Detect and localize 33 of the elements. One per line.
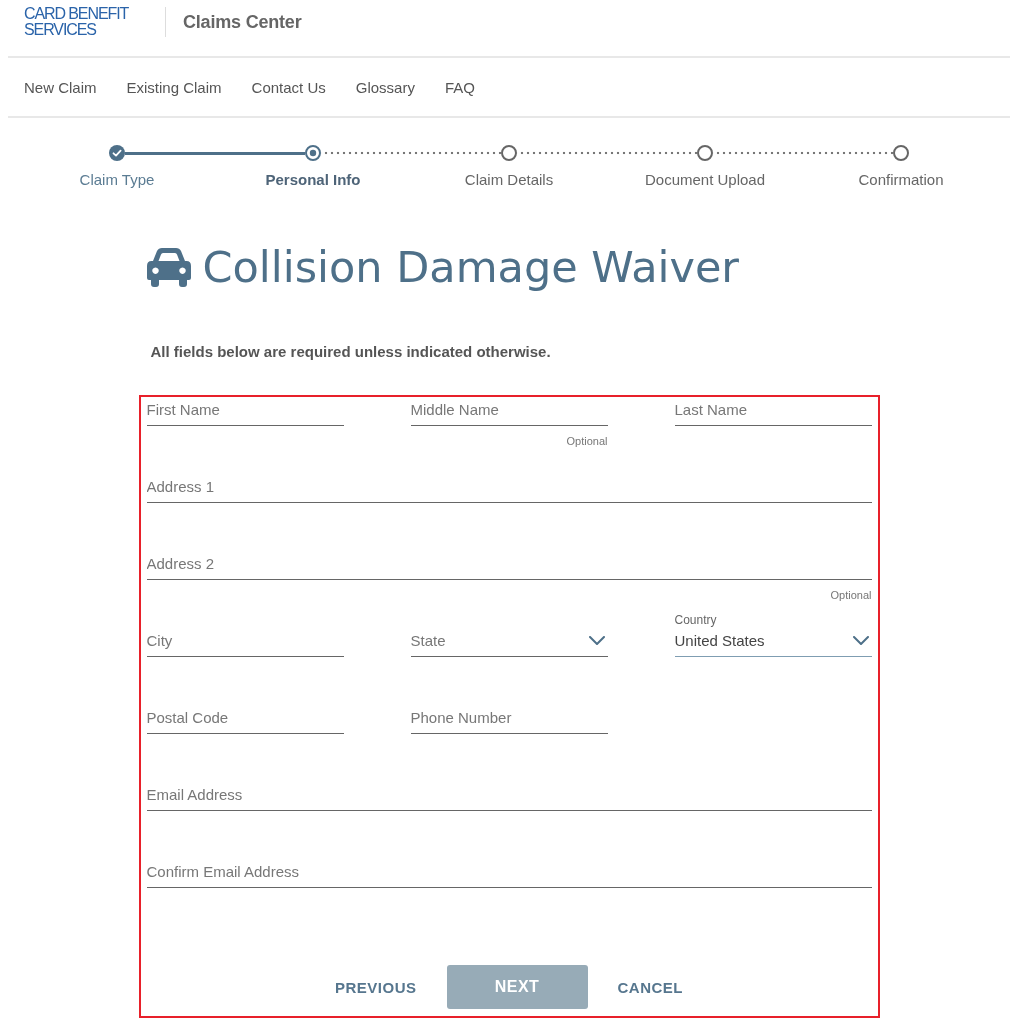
input-field[interactable]: Address 2: [146, 553, 872, 580]
nav-link[interactable]: New Claim: [24, 78, 97, 96]
input-field[interactable]: Middle Name: [410, 399, 608, 426]
select-field[interactable]: State: [410, 630, 608, 657]
car-icon: [146, 247, 191, 287]
chevron-down-icon: [852, 636, 869, 645]
input-field[interactable]: Phone Number: [410, 707, 608, 734]
instructions-text: All fields below are required unless indicated otherwise.: [149, 343, 552, 361]
step-label: Claim Details: [464, 171, 554, 189]
input-field[interactable]: City: [146, 630, 344, 657]
step-label: Document Upload: [644, 171, 766, 189]
text-button[interactable]: PREVIOUS: [323, 965, 429, 1009]
page-title: Collision Damage Waiver: [202, 241, 739, 293]
input-field[interactable]: Confirm Email Address: [146, 861, 872, 888]
step-label: Personal Info: [265, 171, 361, 189]
nav-link[interactable]: Contact Us: [251, 78, 326, 96]
input-field[interactable]: Address 1: [146, 476, 872, 503]
step-label: Claim Type: [79, 171, 155, 189]
nav-link[interactable]: Glossary: [355, 78, 415, 96]
optional-hint: Optional: [566, 434, 608, 448]
text-button[interactable]: CANCEL: [605, 965, 695, 1009]
site-title: Claims Center: [183, 11, 302, 33]
select-field[interactable]: Country United States: [674, 612, 872, 657]
nav-link[interactable]: FAQ: [444, 78, 475, 96]
input-field[interactable]: Postal Code: [146, 707, 344, 734]
nav-link[interactable]: Existing Claim: [126, 78, 222, 96]
input-field[interactable]: Last Name: [674, 399, 872, 426]
logo[interactable]: CARD BENEFIT SERVICES: [24, 6, 148, 38]
optional-hint: Optional: [830, 588, 872, 602]
input-field[interactable]: Email Address: [146, 784, 872, 811]
step-label: Confirmation: [858, 171, 944, 189]
input-field[interactable]: First Name: [146, 399, 344, 426]
chevron-down-icon: [588, 636, 605, 645]
